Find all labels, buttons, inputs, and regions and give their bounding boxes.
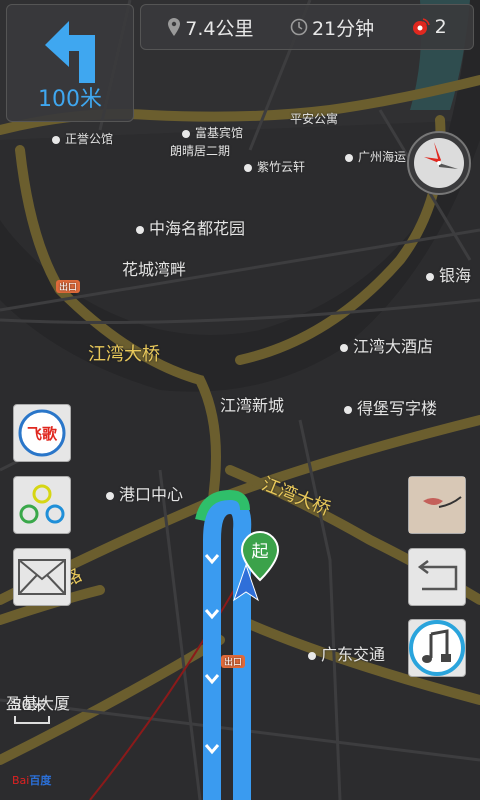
location-pin-icon [168, 18, 181, 36]
music-button[interactable] [408, 619, 466, 677]
voice-assistant-button[interactable] [13, 476, 71, 534]
svg-text:飞歌: 飞歌 [27, 425, 58, 443]
traffic-camera-count[interactable]: 2 [411, 16, 447, 38]
remaining-distance-value: 7.4公里 [185, 17, 254, 40]
poi-label[interactable]: 江湾大酒店 [340, 333, 433, 357]
poi-label[interactable]: 富基宾馆 [182, 124, 243, 141]
compass-icon [407, 131, 471, 195]
poi-label[interactable]: 朗晴居二期 [170, 142, 230, 159]
traffic-camera-count-value: 2 [434, 16, 447, 38]
remaining-time: 21分钟 [290, 14, 374, 41]
poi-label[interactable]: 江湾新城 [220, 392, 284, 416]
exit-label: 出口 [221, 655, 246, 668]
compass-button[interactable] [406, 130, 472, 196]
poi-label[interactable]: 正誉公馆 [52, 130, 113, 147]
poi-label[interactable]: 银海 [426, 262, 471, 286]
map-scale-label: 50米 [12, 696, 47, 714]
remaining-distance: 7.4公里 [167, 14, 253, 41]
feige-app-button[interactable]: 飞歌 [13, 404, 71, 462]
wave-icon [19, 484, 65, 524]
back-button[interactable] [408, 548, 466, 606]
envelope-icon [18, 559, 66, 595]
poi-label[interactable]: 花城湾畔 [122, 256, 186, 280]
turn-instruction-panel: 100米 [6, 4, 134, 122]
route-info-bar: 7.4公里 21分钟 2 [140, 4, 474, 50]
baidu-logo: Bai百度 [12, 774, 52, 787]
mouth-microphone-icon [409, 477, 465, 533]
voice-input-button[interactable] [408, 476, 466, 534]
clock-icon [290, 18, 308, 36]
start-marker-label: 起 [252, 542, 269, 562]
road-name-label: 江湾大桥 [88, 344, 160, 365]
feige-logo-icon: 飞歌 [18, 409, 66, 457]
start-marker[interactable]: 起 [238, 530, 282, 586]
start-pin-icon: 起 [240, 530, 280, 582]
map-scale-bar [14, 716, 50, 724]
poi-label[interactable]: 广州海运 [345, 148, 406, 165]
music-note-icon [409, 620, 465, 676]
poi-label[interactable]: 港口中心 [106, 481, 183, 505]
message-button[interactable] [13, 548, 71, 606]
return-arrow-icon [417, 560, 458, 591]
exit-label: 出口 [56, 280, 81, 293]
turn-left-arrow-icon [45, 21, 95, 83]
remaining-time-value: 21分钟 [311, 17, 375, 40]
poi-label[interactable]: 平安公寓 [290, 110, 338, 127]
poi-label[interactable]: 得堡写字楼 [344, 395, 437, 419]
traffic-camera-icon [412, 18, 430, 35]
poi-label[interactable]: 紫竹云轩 [244, 158, 305, 175]
poi-label[interactable]: 广东交通 [308, 641, 385, 665]
turn-distance: 100米 [38, 87, 102, 112]
poi-label[interactable]: 中海名都花园 [136, 215, 245, 239]
